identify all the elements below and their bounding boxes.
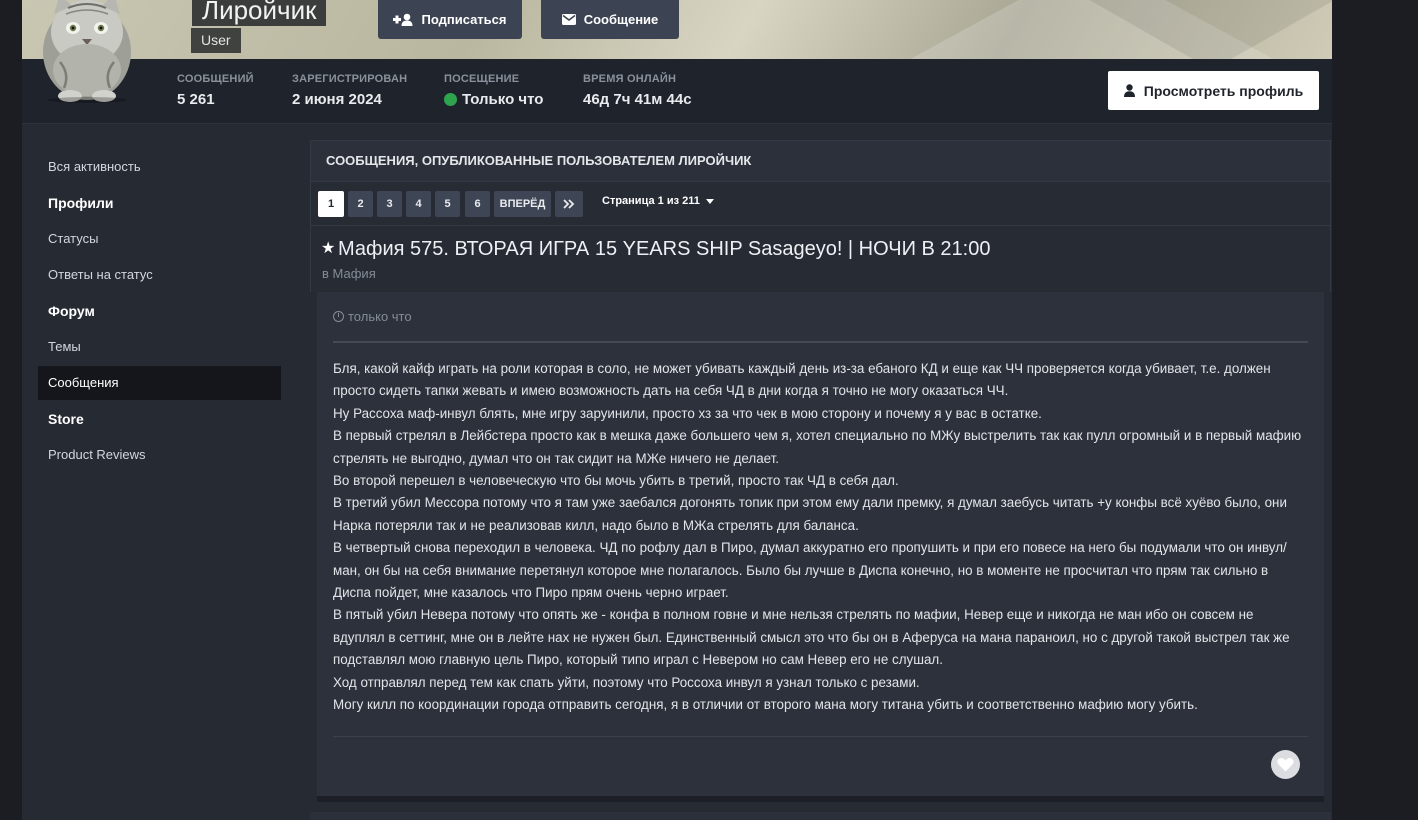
page-info-label: Страница 1 из 211 [602, 195, 700, 207]
stat-label: Посещение [444, 73, 520, 85]
sidebar-item-posts[interactable]: Сообщения [38, 366, 281, 400]
post-paragraph: Могу килл по координации города отправит… [333, 697, 1198, 713]
post-paragraph: В четвертый снова переходил в человека. … [333, 540, 1287, 601]
page-link-3[interactable]: 3 [377, 191, 402, 217]
sidebar-item-product-reviews[interactable]: Product Reviews [38, 438, 281, 472]
post-paragraph: В третий убил Мессора потому что я там у… [333, 495, 1287, 533]
sidebar-item-all-activity[interactable]: Вся активность [38, 150, 281, 184]
envelope-icon [561, 14, 576, 25]
topic-title-link[interactable]: Мафия 575. ВТОРАЯ ИГРА 15 YEARS SHIP Sas… [338, 238, 990, 261]
follow-button[interactable]: Подписаться [378, 0, 522, 39]
follow-button-label: Подписаться [421, 12, 507, 27]
stat-posts: Сообщений 5 261 [177, 73, 254, 108]
star-icon: ★ [321, 240, 336, 257]
profile-username: Лиройчик [192, 0, 327, 26]
stat-value: 2 июня 2024 [292, 91, 382, 108]
stat-label: Зарегистрирован [292, 73, 408, 85]
stat-joined: Зарегистрирован 2 июня 2024 [292, 73, 407, 108]
profile-role-badge: User [191, 28, 241, 53]
forum-link[interactable]: Мафия [333, 266, 376, 281]
divider [333, 341, 1308, 343]
sidebar-item-topics[interactable]: Темы [38, 330, 281, 364]
post-paragraph: Ну Рассоха маф-инвул блять, мне игру зар… [333, 405, 1042, 421]
profile-stats-bar: Сообщений 5 261 Зарегистрирован 2 июня 2… [22, 59, 1332, 124]
last-page-button[interactable] [555, 191, 583, 217]
topic-forum: в Мафия [322, 266, 376, 281]
message-button-label: Сообщение [583, 12, 659, 27]
post-paragraph: Ход отправлял перед тем как спать уйти, … [333, 674, 920, 690]
stat-label: Сообщений [177, 73, 254, 85]
online-status-icon [444, 93, 457, 106]
sidebar-heading-forum: Форум [48, 303, 95, 319]
user-plus-icon [393, 13, 413, 26]
stat-label: Время онлайн [583, 73, 677, 85]
stat-last-visit: Посещение Только что [444, 73, 543, 108]
profile-page: Лиройчик User Подписаться Сообщение Сооб… [22, 0, 1332, 820]
profile-sidebar: Вся активность Профили Статусы Ответы на… [38, 150, 281, 474]
stat-value-row: Только что [444, 91, 543, 108]
sidebar-item-statuses[interactable]: Статусы [38, 222, 281, 256]
caret-down-icon [705, 198, 714, 204]
avatar[interactable] [40, 0, 134, 104]
divider [333, 736, 1308, 737]
post-timestamp[interactable]: только что [333, 309, 412, 324]
stat-value: 5 261 [177, 91, 215, 108]
sidebar-item-status-replies[interactable]: Ответы на статус [38, 258, 281, 292]
sidebar-heading-store: Store [48, 411, 84, 427]
post-paragraph: В пятый убил Невера потому что опять же … [333, 607, 1290, 668]
page-link-5[interactable]: 5 [435, 191, 460, 217]
post-time-text: только что [348, 309, 412, 324]
stat-online-time: Время онлайн 46д 7ч 41м 44с [583, 73, 692, 108]
main-content: Сообщения, опубликованные пользователем … [310, 140, 1331, 802]
sidebar-heading-profiles: Профили [48, 195, 114, 211]
page-link-1[interactable]: 1 [318, 191, 344, 217]
heart-icon [1277, 757, 1294, 772]
post-paragraph: В первый стрелял в Лейбстера просто как … [333, 428, 1302, 466]
view-profile-button[interactable]: Просмотреть профиль [1108, 71, 1319, 110]
post-body: Бля, какой кайф играть на роли которая в… [333, 358, 1303, 717]
view-profile-label: Просмотреть профиль [1143, 82, 1304, 99]
message-button[interactable]: Сообщение [541, 0, 679, 39]
stat-value: 46д 7ч 41м 44с [583, 91, 692, 108]
clock-icon [333, 311, 344, 322]
profile-cover: Лиройчик User Подписаться Сообщение [22, 0, 1332, 59]
post-card: только что Бля, какой кайф играть на рол… [317, 292, 1324, 802]
page-jump-dropdown[interactable]: Страница 1 из 211 [602, 195, 714, 207]
post-paragraph: Бля, какой кайф играть на роли которая в… [333, 361, 1271, 399]
user-icon [1123, 84, 1135, 97]
section-title: Сообщения, опубликованные пользователем … [310, 140, 1331, 182]
page-link-6[interactable]: 6 [465, 191, 490, 217]
pagination: 1 2 3 4 5 6 ВПЕРЁД Страница 1 из 211 [310, 182, 1331, 225]
stat-value: Только что [462, 91, 544, 108]
next-page-button[interactable]: ВПЕРЁД [494, 191, 551, 217]
reaction-button[interactable] [1271, 750, 1300, 779]
forum-prefix: в [322, 266, 329, 281]
post-paragraph: Во второй перешел в человеческую что бы … [333, 473, 899, 489]
double-chevron-right-icon [563, 199, 575, 209]
page-link-4[interactable]: 4 [406, 191, 431, 217]
cover-decoration [1072, 0, 1332, 59]
page-link-2[interactable]: 2 [348, 191, 373, 217]
next-post-edge [310, 812, 1331, 820]
topic-header: ★ Мафия 575. ВТОРАЯ ИГРА 15 YEARS SHIP S… [310, 225, 1331, 292]
